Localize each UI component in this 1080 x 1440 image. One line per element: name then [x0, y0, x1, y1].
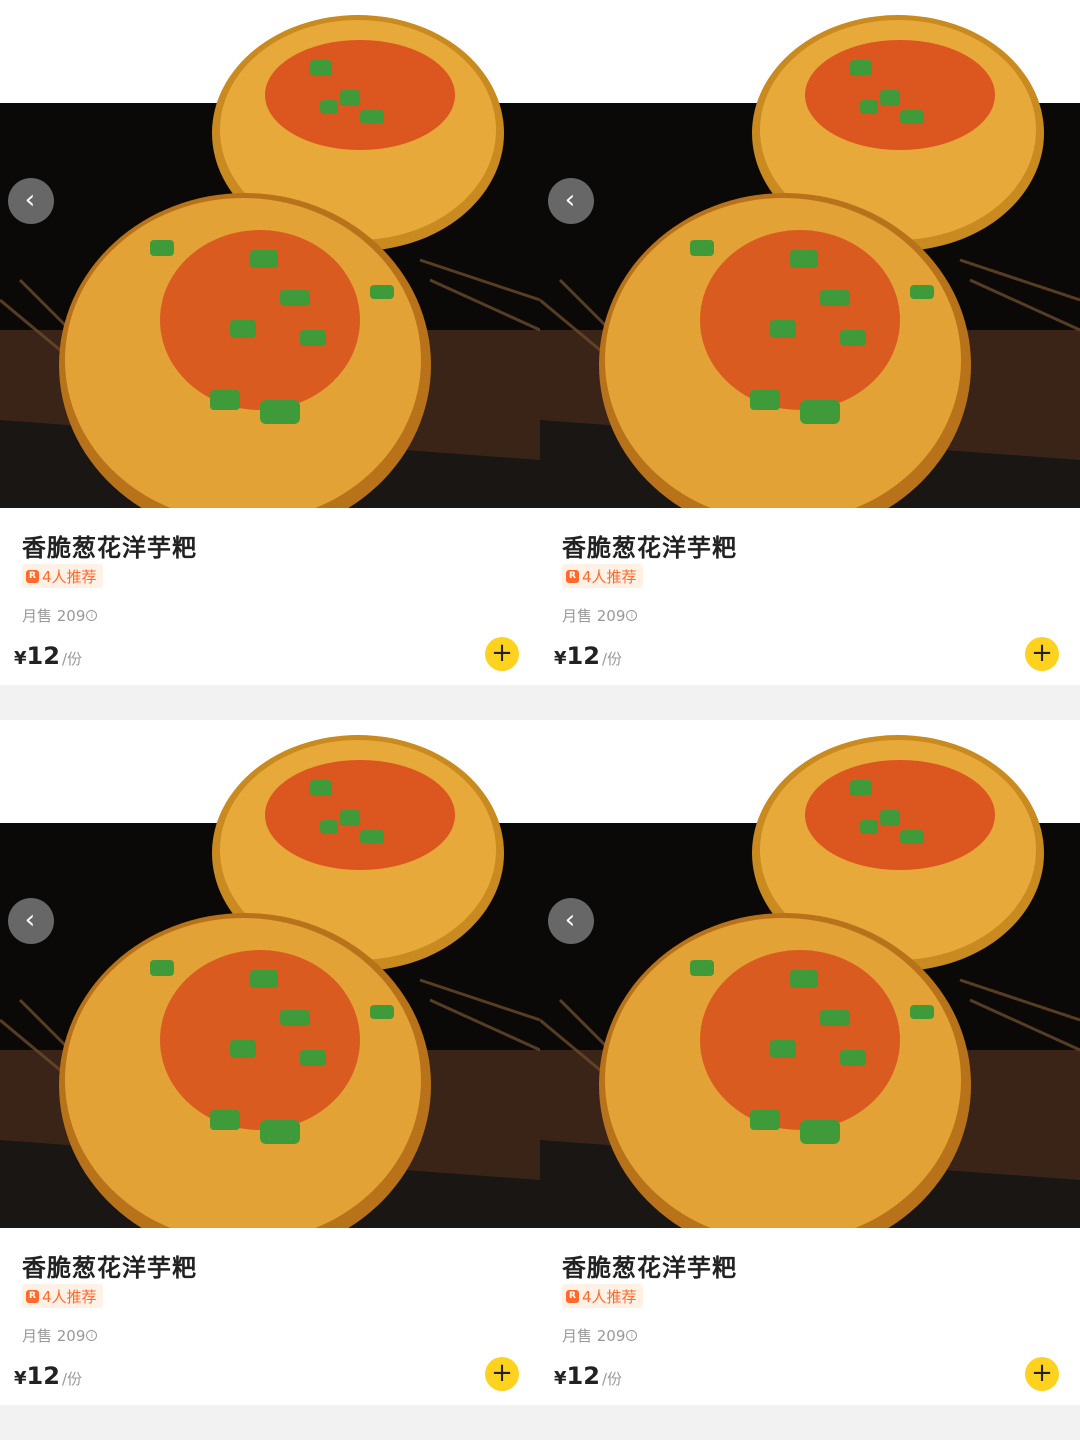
chevron-left-icon: ‹: [564, 184, 576, 215]
price: ¥ 12 /份: [554, 1362, 622, 1390]
back-button[interactable]: ‹: [548, 178, 594, 224]
monthly-sales: 月售 209 i: [22, 1325, 98, 1346]
back-button[interactable]: ‹: [548, 898, 594, 944]
recommend-text: 4人推荐: [582, 1287, 637, 1306]
add-to-cart-button[interactable]: +: [485, 637, 519, 671]
price-amount: 12: [26, 1362, 60, 1390]
price-unit: /份: [601, 650, 622, 668]
product-photo: ‹: [0, 720, 540, 1228]
recommend-icon: R: [26, 1289, 39, 1303]
price-amount: 12: [566, 642, 600, 670]
sales-text: 月售 209: [562, 607, 626, 625]
potato-cake-image: [0, 0, 540, 508]
product-card[interactable]: ‹ 香脆葱花洋芋粑 R 4人推荐 月售 209 i ¥ 12 /份 +: [540, 720, 1080, 1405]
potato-cake-image: [540, 720, 1080, 1228]
price-amount: 12: [26, 642, 60, 670]
price: ¥ 12 /份: [554, 642, 622, 670]
recommend-badge: R 4人推荐: [562, 1284, 643, 1308]
chevron-left-icon: ‹: [24, 904, 36, 935]
chevron-left-icon: ‹: [564, 904, 576, 935]
price: ¥ 12 /份: [14, 1362, 82, 1390]
product-grid: ‹ 香脆葱花洋芋粑 R 4人推荐 月售 209 i ¥ 12 /份 + ‹ 香脆…: [0, 0, 1080, 1440]
recommend-icon: R: [566, 1289, 579, 1303]
recommend-badge: R 4人推荐: [562, 564, 643, 588]
potato-cake-image: [540, 0, 1080, 508]
info-icon[interactable]: i: [626, 610, 638, 621]
add-to-cart-button[interactable]: +: [485, 1357, 519, 1391]
plus-icon: +: [1031, 637, 1053, 668]
price-amount: 12: [566, 1362, 600, 1390]
recommend-icon: R: [26, 569, 39, 583]
add-to-cart-button[interactable]: +: [1025, 1357, 1059, 1391]
recommend-text: 4人推荐: [42, 1287, 97, 1306]
product-title: 香脆葱花洋芋粑: [22, 534, 197, 562]
recommend-badge: R 4人推荐: [22, 564, 103, 588]
product-title: 香脆葱花洋芋粑: [22, 1254, 197, 1282]
product-card[interactable]: ‹ 香脆葱花洋芋粑 R 4人推荐 月售 209 i ¥ 12 /份 +: [0, 0, 540, 685]
monthly-sales: 月售 209 i: [562, 1325, 638, 1346]
monthly-sales: 月售 209 i: [22, 605, 98, 626]
price-unit: /份: [601, 1370, 622, 1388]
monthly-sales: 月售 209 i: [562, 605, 638, 626]
recommend-text: 4人推荐: [582, 567, 637, 586]
price-currency: ¥: [554, 648, 567, 669]
info-icon[interactable]: i: [86, 610, 98, 621]
product-title: 香脆葱花洋芋粑: [562, 1254, 737, 1282]
plus-icon: +: [491, 1357, 513, 1388]
product-card[interactable]: ‹ 香脆葱花洋芋粑 R 4人推荐 月售 209 i ¥ 12 /份 +: [540, 0, 1080, 685]
potato-cake-image: [0, 720, 540, 1228]
add-to-cart-button[interactable]: +: [1025, 637, 1059, 671]
back-button[interactable]: ‹: [8, 178, 54, 224]
price-unit: /份: [61, 650, 82, 668]
product-photo: ‹: [540, 0, 1080, 508]
price-unit: /份: [61, 1370, 82, 1388]
price-currency: ¥: [14, 1368, 27, 1389]
sales-text: 月售 209: [22, 1327, 86, 1345]
plus-icon: +: [491, 637, 513, 668]
recommend-icon: R: [566, 569, 579, 583]
info-icon[interactable]: i: [626, 1330, 638, 1341]
product-photo: ‹: [0, 0, 540, 508]
product-card[interactable]: ‹ 香脆葱花洋芋粑 R 4人推荐 月售 209 i ¥ 12 /份 +: [0, 720, 540, 1405]
sales-text: 月售 209: [22, 607, 86, 625]
chevron-left-icon: ‹: [24, 184, 36, 215]
info-icon[interactable]: i: [86, 1330, 98, 1341]
recommend-text: 4人推荐: [42, 567, 97, 586]
plus-icon: +: [1031, 1357, 1053, 1388]
price-currency: ¥: [554, 1368, 567, 1389]
product-photo: ‹: [540, 720, 1080, 1228]
price: ¥ 12 /份: [14, 642, 82, 670]
recommend-badge: R 4人推荐: [22, 1284, 103, 1308]
sales-text: 月售 209: [562, 1327, 626, 1345]
back-button[interactable]: ‹: [8, 898, 54, 944]
product-title: 香脆葱花洋芋粑: [562, 534, 737, 562]
price-currency: ¥: [14, 648, 27, 669]
